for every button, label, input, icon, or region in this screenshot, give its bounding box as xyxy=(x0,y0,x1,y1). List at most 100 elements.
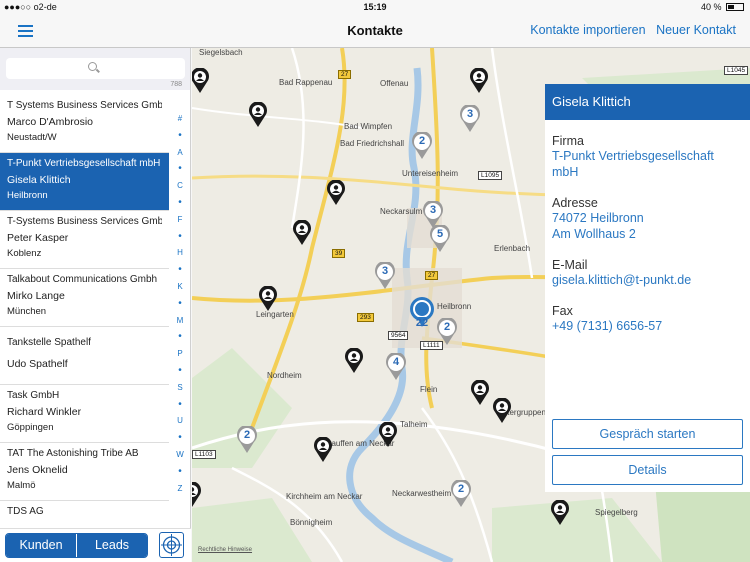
segment-leads[interactable]: Leads xyxy=(77,534,147,557)
contact-pin-icon[interactable] xyxy=(248,102,268,128)
index-letter[interactable]: Z xyxy=(171,481,189,498)
cluster-marker[interactable]: 2 xyxy=(450,480,472,508)
road-number: L1103 xyxy=(192,450,216,459)
legal-notice-link[interactable]: Rechtliche Hinweise xyxy=(198,547,252,553)
segment-customers[interactable]: Kunden xyxy=(6,534,77,557)
place-label: Flein xyxy=(420,385,438,394)
cluster-count: 5 xyxy=(436,228,444,240)
index-dot[interactable]: • xyxy=(171,296,189,313)
index-letter[interactable]: U xyxy=(171,413,189,430)
cluster-count: 22 xyxy=(415,317,429,329)
import-contacts-button[interactable]: Kontakte importieren xyxy=(530,23,645,37)
contact-row[interactable]: T-Systems Business Services GmbH Peter K… xyxy=(0,211,169,269)
contact-pin-icon[interactable] xyxy=(326,180,346,206)
cluster-marker[interactable]: 2 xyxy=(436,318,458,346)
nav-actions: Kontakte importieren Neuer Kontakt xyxy=(523,23,736,37)
index-letter[interactable]: K xyxy=(171,279,189,296)
contact-pin-icon[interactable] xyxy=(344,348,364,374)
place-label: Bad Friedrichshall xyxy=(340,139,405,148)
contact-pin-icon[interactable] xyxy=(492,398,512,424)
index-letter[interactable]: C xyxy=(171,178,189,195)
contact-row[interactable]: Task GmbH Richard Winkler Göppingen xyxy=(0,385,169,443)
place-label: Neckarwestheim xyxy=(392,489,452,498)
battery-indicator: 40 % xyxy=(701,2,744,12)
contact-pin-icon[interactable] xyxy=(469,68,489,94)
road-number: L1095 xyxy=(478,171,503,180)
cluster-marker[interactable]: 4 xyxy=(385,353,407,381)
place-label: Neckarsulm xyxy=(380,207,423,216)
contact-name: Udo Spathelf xyxy=(7,358,68,370)
contact-name: Gisela Klittich xyxy=(7,174,71,186)
index-dot[interactable]: • xyxy=(171,464,189,481)
details-button[interactable]: Details xyxy=(552,455,743,485)
contact-pin-icon[interactable] xyxy=(292,220,312,246)
contact-name: Peter Kasper xyxy=(7,232,69,244)
index-letter[interactable]: A xyxy=(171,145,189,162)
contact-pin-icon[interactable] xyxy=(378,422,398,448)
alphabet-index[interactable]: # • A • C • F • H • K • M • P • S • U • W • Z xyxy=(171,111,189,497)
index-letter[interactable]: F xyxy=(171,212,189,229)
contact-row[interactable]: T Systems Business Services GmbH Marco D… xyxy=(0,95,169,153)
contact-pin-icon[interactable] xyxy=(192,482,202,508)
cluster-marker[interactable]: 5 xyxy=(429,225,451,253)
contact-company: TAT The Astonishing Tribe AB xyxy=(7,448,139,459)
index-dot[interactable]: • xyxy=(171,161,189,178)
index-dot[interactable]: • xyxy=(171,329,189,346)
index-dot[interactable]: • xyxy=(171,397,189,414)
fax-value[interactable]: +49 (7131) 6656-57 xyxy=(552,318,743,334)
index-letter[interactable]: H xyxy=(171,245,189,262)
new-contact-button[interactable]: Neuer Kontakt xyxy=(656,23,736,37)
search-icon xyxy=(88,62,97,71)
contact-pin-icon[interactable] xyxy=(258,286,278,312)
locate-target-button[interactable] xyxy=(159,532,184,558)
index-letter[interactable]: # xyxy=(171,111,189,128)
place-label: Heilbronn xyxy=(437,302,472,311)
contact-name: Richard Winkler xyxy=(7,406,82,418)
index-dot[interactable]: • xyxy=(171,229,189,246)
cluster-marker-selected[interactable]: 22 xyxy=(408,297,436,331)
road-number: 39 xyxy=(332,249,346,258)
contact-pin-icon[interactable] xyxy=(550,500,570,526)
index-dot[interactable]: • xyxy=(171,262,189,279)
contact-company: Tankstelle Spathelf xyxy=(7,337,91,348)
contact-row[interactable]: TDS AG xyxy=(0,501,169,531)
contact-name: Marco D'Ambrosio xyxy=(7,116,94,128)
index-letter[interactable]: M xyxy=(171,313,189,330)
road-number: 9564 xyxy=(388,331,409,340)
cluster-marker[interactable]: 3 xyxy=(374,262,396,290)
index-dot[interactable]: • xyxy=(171,128,189,145)
contact-company: TDS AG xyxy=(7,506,44,517)
start-call-button[interactable]: Gespräch starten xyxy=(552,419,743,449)
index-letter[interactable]: S xyxy=(171,380,189,397)
place-label: Offenau xyxy=(380,79,409,88)
place-label: Erlenbach xyxy=(494,244,531,253)
cluster-count: 3 xyxy=(381,265,389,277)
address-value[interactable]: 74072 Heilbronn Am Wollhaus 2 xyxy=(552,210,743,242)
contact-row-selected[interactable]: T-Punkt Vertriebsgesellschaft mbH Gisela… xyxy=(0,153,169,211)
search-area: 788 xyxy=(0,48,190,90)
index-dot[interactable]: • xyxy=(171,195,189,212)
email-value[interactable]: gisela.klittich@t-punkt.de xyxy=(552,272,743,288)
address-label: Adresse xyxy=(552,196,598,210)
contact-pin-icon[interactable] xyxy=(313,437,333,463)
index-letter[interactable]: W xyxy=(171,447,189,464)
contact-row[interactable]: Talkabout Communications Gmbh Mirko Lang… xyxy=(0,269,169,327)
contact-pin-icon[interactable] xyxy=(470,380,490,406)
cluster-marker[interactable]: 2 xyxy=(411,132,433,160)
road-number: L1045 xyxy=(724,66,749,75)
email-label: E-Mail xyxy=(552,258,588,272)
cluster-marker[interactable]: 2 xyxy=(236,426,258,454)
contact-city: München xyxy=(7,306,47,317)
index-dot[interactable]: • xyxy=(171,363,189,380)
search-input[interactable] xyxy=(6,58,185,79)
index-dot[interactable]: • xyxy=(171,430,189,447)
road-number: 27 xyxy=(338,70,352,79)
place-label: Siegelsbach xyxy=(199,48,243,57)
contact-row[interactable]: TAT The Astonishing Tribe AB Jens Okneli… xyxy=(0,443,169,501)
cluster-marker[interactable]: 3 xyxy=(459,105,481,133)
contact-row[interactable]: Tankstelle Spathelf Udo Spathelf xyxy=(0,327,169,385)
contact-pin-icon[interactable] xyxy=(192,68,210,94)
contact-name: Mirko Lange xyxy=(7,290,65,302)
cluster-count: 2 xyxy=(443,321,451,333)
index-letter[interactable]: P xyxy=(171,346,189,363)
